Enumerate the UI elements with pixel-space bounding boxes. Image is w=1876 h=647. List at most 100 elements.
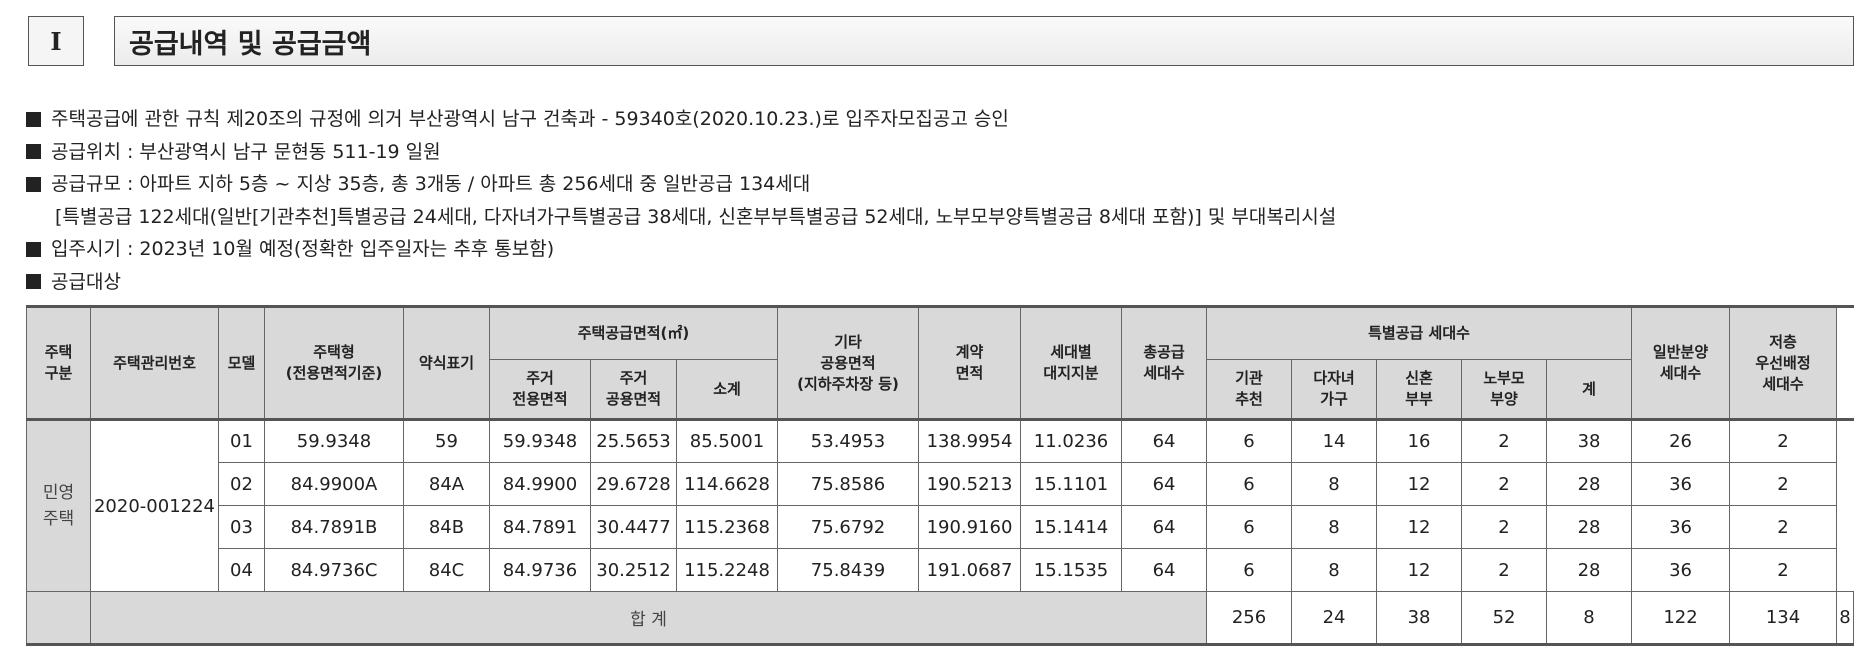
- total-row: 합 계 256 24 38 52 8 122 134 8: [26, 591, 1854, 645]
- cell: 64: [1121, 419, 1208, 463]
- cell: 59.9348: [264, 419, 404, 463]
- section-title: 공급내역 및 공급금액: [114, 16, 1854, 66]
- total-cell: 256: [1206, 591, 1293, 645]
- cell: 2: [1729, 548, 1838, 592]
- cell: 36: [1631, 462, 1731, 506]
- header-general-units: 일반분양 세대수: [1631, 306, 1731, 420]
- cell: 25.5653: [590, 419, 677, 463]
- header-sp-newlywed: 신혼 부부: [1376, 359, 1463, 420]
- cell: 6: [1206, 462, 1293, 506]
- announcement-info: 주택공급에 관한 규칙 제20조의 규정에 의거 부산광역시 남구 건축과 - …: [26, 103, 1856, 298]
- square-bullet-icon: [26, 241, 41, 257]
- cell: 84B: [403, 505, 490, 549]
- header-abbr: 약식표기: [403, 306, 490, 420]
- cell: 6: [1206, 505, 1293, 549]
- cell: 75.6792: [777, 505, 920, 549]
- cell: 64: [1121, 462, 1208, 506]
- cell: 04: [218, 548, 265, 592]
- cell: 03: [218, 505, 265, 549]
- header-model: 모델: [218, 306, 265, 420]
- header-other-common: 기타 공용면적 (지하주차장 등): [777, 306, 920, 420]
- header-house-model: 주택형 (전용면적기준): [264, 306, 404, 420]
- table-body: 민영 주택 2020-001224 01 59.9348 59 59.9348 …: [26, 419, 1854, 645]
- table-row: 02 84.9900A 84A 84.9900 29.6728 114.6628…: [27, 462, 1854, 506]
- header-subtotal: 소계: [675, 359, 779, 420]
- header-special-units: 특별공급 세대수: [1206, 306, 1633, 360]
- cell: 53.4953: [777, 419, 920, 463]
- cell: 12: [1376, 505, 1463, 549]
- header-common-area: 주거 공용면적: [590, 359, 677, 420]
- house-type-cell: 민영 주택: [26, 419, 91, 592]
- cell: 2: [1729, 505, 1838, 549]
- cell: 28: [1546, 548, 1633, 592]
- total-cell: 8: [1546, 591, 1633, 645]
- cell: 6: [1206, 548, 1293, 592]
- cell: 2: [1461, 548, 1548, 592]
- header-total-units: 총공급 세대수: [1121, 306, 1208, 420]
- cell: 75.8439: [777, 548, 920, 592]
- info-line-approval: 주택공급에 관한 규칙 제20조의 규정에 의거 부산광역시 남구 건축과 - …: [26, 103, 1856, 136]
- header-land-share: 세대별 대지지분: [1020, 306, 1123, 420]
- cell: 26: [1631, 419, 1731, 463]
- total-cell: 8: [1836, 591, 1854, 645]
- table-row: 민영 주택 2020-001224 01 59.9348 59 59.9348 …: [26, 419, 1854, 592]
- section-number: I: [28, 16, 84, 66]
- cell: 12: [1376, 548, 1463, 592]
- info-line-location: 공급위치 : 부산광역시 남구 문현동 511-19 일원: [26, 136, 1856, 169]
- cell: 14: [1291, 419, 1378, 463]
- cell: 30.4477: [590, 505, 677, 549]
- cell: 84.9736: [489, 548, 591, 592]
- header-low-floor: 저층 우선배정 세대수: [1729, 306, 1838, 420]
- cell: 2: [1461, 419, 1548, 463]
- total-cell: 52: [1461, 591, 1548, 645]
- header-house-type: 주택 구분: [26, 306, 91, 420]
- header-exclusive-area: 주거 전용면적: [489, 359, 591, 420]
- header-supply-area: 주택공급면적(㎡): [488, 306, 779, 360]
- cell: 38: [1546, 419, 1633, 463]
- cell: 75.8586: [777, 462, 920, 506]
- total-cell: 134: [1729, 591, 1838, 645]
- table-header: 주택 구분 주택관리번호 모델 주택형 (전용면적기준) 약식표기 주택공급면적…: [26, 306, 1854, 420]
- info-line-special-supply: [특별공급 122세대(일반[기관추천]특별공급 24세대, 다자녀가구특별공급…: [55, 205, 1337, 228]
- cell: 115.2248: [675, 548, 779, 592]
- cell: 15.1414: [1020, 505, 1123, 549]
- supply-table: 주택 구분 주택관리번호 모델 주택형 (전용면적기준) 약식표기 주택공급면적…: [26, 305, 1854, 646]
- cell: 114.6628: [675, 462, 779, 506]
- square-bullet-icon: [26, 274, 41, 290]
- cell: 84C: [403, 548, 490, 592]
- cell: 8: [1291, 548, 1378, 592]
- cell: 59.9348: [489, 419, 591, 463]
- cell: 85.5001: [675, 419, 779, 463]
- cell: 12: [1376, 462, 1463, 506]
- cell: 84.9900A: [264, 462, 404, 506]
- mgmt-no-cell: 2020-001224: [90, 419, 219, 592]
- header-sp-multichild: 다자녀 가구: [1291, 359, 1378, 420]
- cell: 36: [1631, 505, 1731, 549]
- cell: 64: [1121, 505, 1208, 549]
- header-sp-institution: 기관 추천: [1206, 359, 1293, 420]
- total-cell: 122: [1631, 591, 1731, 645]
- cell: 138.9954: [918, 419, 1022, 463]
- cell: 28: [1546, 505, 1633, 549]
- info-line-move-in: 입주시기 : 2023년 10월 예정(정확한 입주일자는 추후 통보함): [26, 233, 1856, 266]
- cell: 29.6728: [590, 462, 677, 506]
- cell: 30.2512: [590, 548, 677, 592]
- table-row: 03 84.7891B 84B 84.7891 30.4477 115.2368…: [27, 505, 1854, 549]
- square-bullet-icon: [26, 176, 41, 192]
- square-bullet-icon: [26, 144, 41, 160]
- info-line-scale: 공급규모 : 아파트 지하 5층 ~ 지상 35층, 총 3개동 / 아파트 총…: [26, 168, 1856, 201]
- cell: 2: [1461, 462, 1548, 506]
- cell: 16: [1376, 419, 1463, 463]
- table-row: 04 84.9736C 84C 84.9736 30.2512 115.2248…: [27, 548, 1854, 592]
- cell: 15.1101: [1020, 462, 1123, 506]
- header-sp-elderly: 노부모 부양: [1461, 359, 1548, 420]
- cell: 8: [1291, 462, 1378, 506]
- header-mgmt-no: 주택관리번호: [90, 306, 219, 420]
- cell: 84.7891: [489, 505, 591, 549]
- cell: 64: [1121, 548, 1208, 592]
- total-label: 합 계: [89, 591, 1208, 645]
- cell: 84.9736C: [264, 548, 404, 592]
- section-header: I 공급내역 및 공급금액: [28, 16, 1854, 66]
- total-cell: 38: [1376, 591, 1463, 645]
- square-bullet-icon: [26, 111, 41, 127]
